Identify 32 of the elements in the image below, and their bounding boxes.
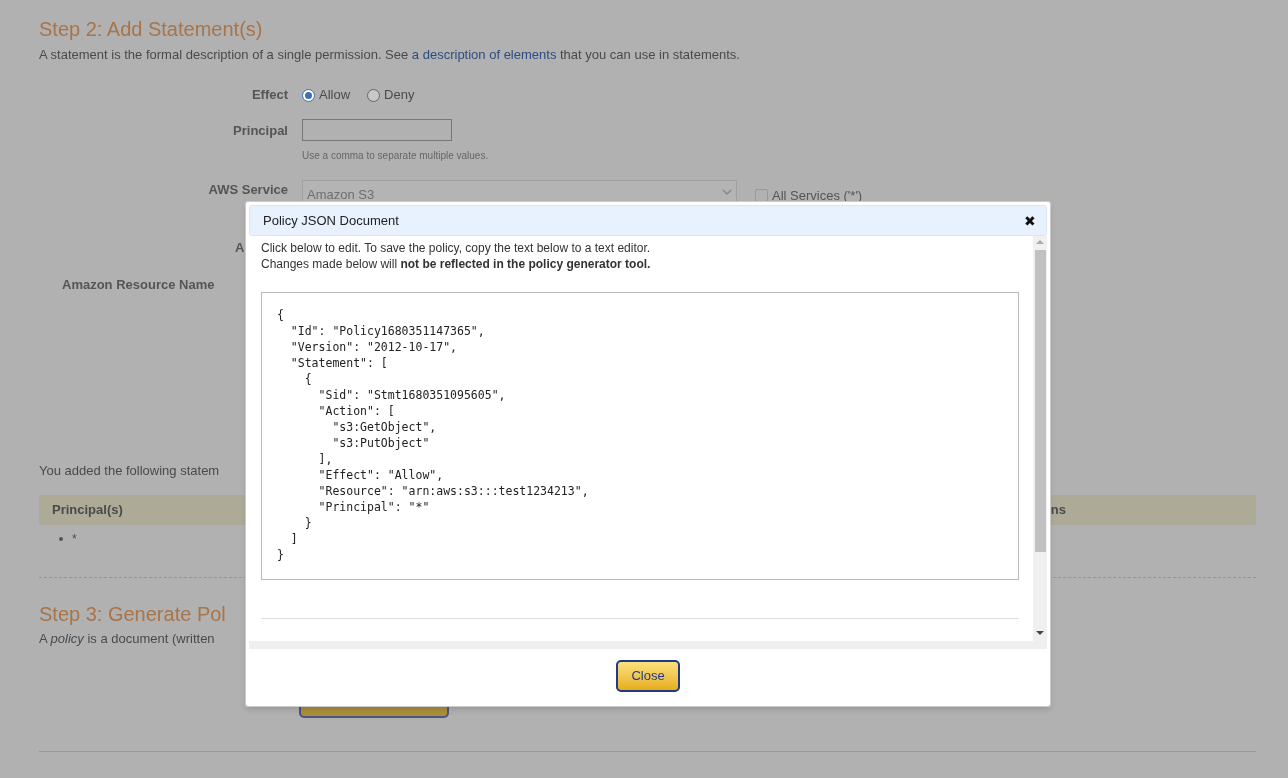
- field-label: AWS Service: [207, 181, 288, 199]
- scroll-down-icon[interactable]: [1036, 631, 1044, 635]
- column-header: Principal(s): [52, 500, 123, 519]
- section-heading: Step 2: Add Statement(s): [39, 17, 264, 42]
- radio-option[interactable]: Allow: [302, 85, 351, 105]
- close-button[interactable]: Close: [616, 660, 680, 692]
- description-text: A statement is the formal description of a single permission. See a description of elements that you can use in statements.: [39, 46, 741, 64]
- caret-icon: [722, 189, 732, 195]
- principal-field[interactable]: [302, 119, 452, 141]
- hint-text: Use a comma to separate multiple values.: [302, 149, 489, 163]
- body-text: You added the following statem: [39, 461, 220, 480]
- description-text: A policy is a document (written: [39, 629, 215, 648]
- scrollbar-thumb[interactable]: [1034, 250, 1046, 552]
- policy-json-field[interactable]: { "Id": "Policy1680351147365", "Version": "2012-10-17", "Statement": [ { "Sid": "Stmt1680351095605", "Action": [ "s3:GetObject", "s3:PutObject" ], "Effect": "Allow", "Resource": "arn:aws:s3:::test1234213", "Principal": "*" } ] }: [261, 292, 1019, 580]
- list-item: *: [72, 530, 77, 548]
- column-header: ns: [1050, 500, 1066, 519]
- scroll-up-icon[interactable]: [1036, 240, 1044, 244]
- radio-button[interactable]: [367, 88, 381, 102]
- instruction-text: Click below to edit. To save the policy, copy the text below to a text editor.: [261, 240, 651, 256]
- section-heading: Step 3: Generate Pol: [39, 601, 226, 627]
- instruction-text: Changes made below will not be reflected in the policy generator tool.: [261, 256, 651, 272]
- radio-option[interactable]: Deny: [367, 85, 415, 105]
- link[interactable]: a description of elements: [411, 47, 557, 62]
- field-label: Principal: [232, 122, 288, 140]
- scrollbar[interactable]: [1033, 236, 1047, 641]
- field-label: A: [235, 238, 245, 257]
- field-label: Effect: [250, 86, 288, 104]
- bullet-icon: [59, 536, 63, 541]
- field-label: Amazon Resource Name: [62, 275, 215, 294]
- dialog-title: Policy JSON Document: [263, 211, 399, 230]
- radio-button[interactable]: [302, 88, 315, 102]
- close-icon[interactable]: ✖: [1024, 213, 1036, 228]
